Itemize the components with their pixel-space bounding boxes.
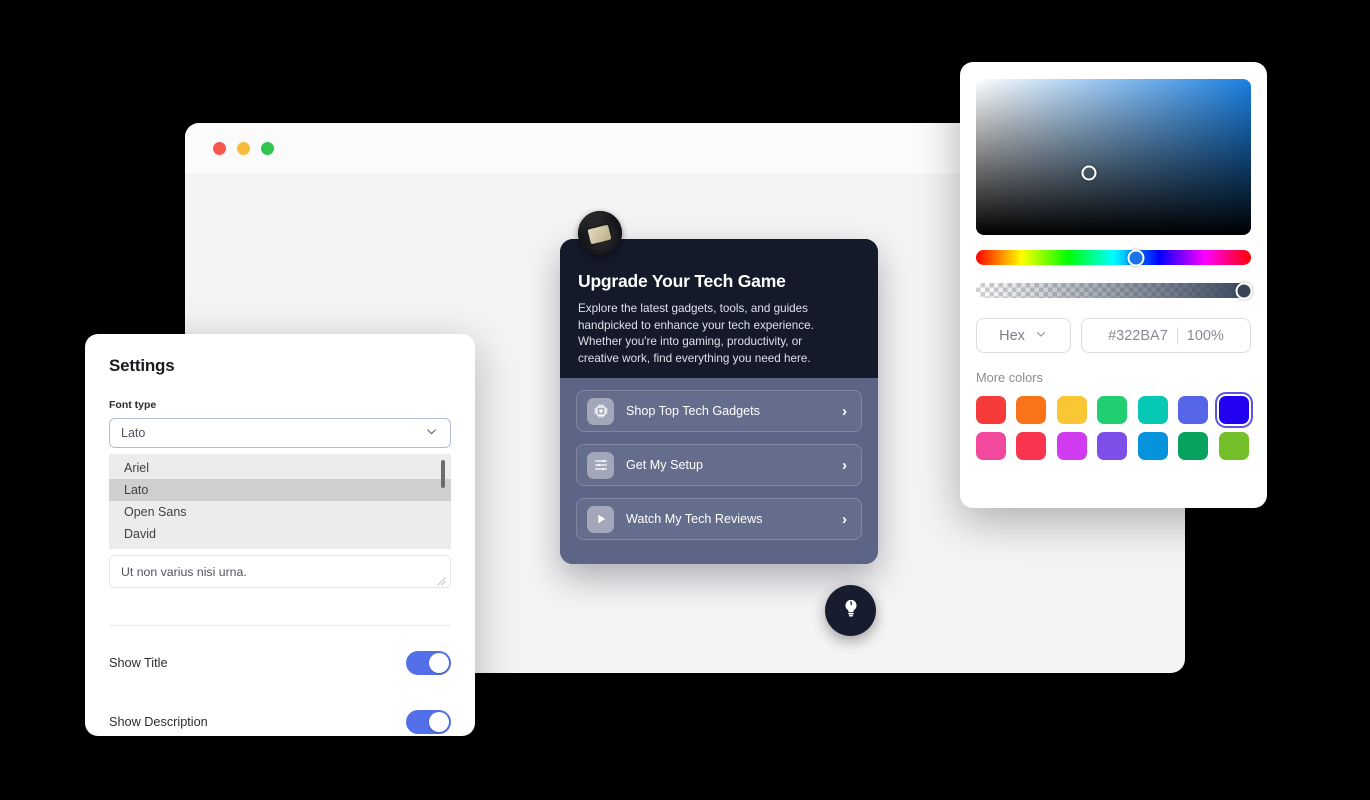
link-item-label: Watch My Tech Reviews	[626, 512, 763, 526]
resize-grip-icon[interactable]	[437, 575, 446, 586]
link-in-bio-card: Upgrade Your Tech Game Explore the lates…	[560, 239, 878, 564]
alpha-slider[interactable]	[976, 282, 1253, 299]
play-icon	[587, 505, 614, 533]
swatch-r1c7-selected[interactable]	[1214, 391, 1254, 429]
floating-help-button[interactable]	[825, 585, 876, 636]
color-swatch-grid	[976, 391, 1254, 460]
dropdown-option-lato[interactable]: Lato	[109, 479, 451, 501]
font-type-select[interactable]: Lato	[109, 418, 451, 448]
chevron-right-icon: ›	[842, 510, 847, 528]
window-close-dot[interactable]	[213, 142, 226, 155]
chevron-down-icon	[424, 424, 439, 442]
hex-value-input[interactable]: #322BA7 100%	[1081, 318, 1251, 353]
description-textarea[interactable]: Ut non varius nisi urna.	[109, 555, 451, 588]
input-separator	[1176, 326, 1178, 345]
dropdown-scrollbar[interactable]	[441, 460, 445, 488]
swatch-r2c3[interactable]	[1056, 432, 1087, 460]
swatch-r1c4[interactable]	[1097, 396, 1128, 424]
swatch-r2c4[interactable]	[1097, 432, 1128, 460]
alpha-slider-handle[interactable]	[1235, 282, 1253, 299]
swatch-r1c2[interactable]	[1016, 396, 1047, 424]
link-item-watch-my-tech-reviews[interactable]: Watch My Tech Reviews ›	[576, 498, 862, 540]
window-maximize-dot[interactable]	[261, 142, 274, 155]
link-item-shop-top-tech-gadgets[interactable]: Shop Top Tech Gadgets ›	[576, 390, 862, 432]
font-type-label: Font type	[109, 399, 157, 411]
swatch-r1c6[interactable]	[1178, 396, 1209, 424]
cpu-chip-icon	[587, 397, 614, 425]
color-picker-panel: Hex #322BA7 100% More colors	[960, 62, 1267, 508]
color-format-label: Hex	[999, 327, 1025, 344]
dropdown-option-open-sans[interactable]: Open Sans	[109, 501, 451, 523]
opacity-value: 100%	[1186, 327, 1224, 344]
chevron-right-icon: ›	[842, 402, 847, 420]
saturation-value-handle[interactable]	[1081, 165, 1097, 181]
link-item-get-my-setup[interactable]: Get My Setup ›	[576, 444, 862, 486]
font-type-value: Lato	[121, 426, 146, 440]
toggle-knob	[429, 712, 449, 732]
swatch-r1c3[interactable]	[1056, 396, 1087, 424]
more-colors-label: More colors	[976, 370, 1043, 385]
settings-panel: Settings Font type Lato Ariel Lato Open …	[85, 334, 475, 736]
setting-row-show-description: Show Description	[109, 700, 451, 736]
hue-slider-handle[interactable]	[1127, 249, 1144, 266]
settings-title: Settings	[109, 356, 175, 375]
chevron-down-icon	[1034, 327, 1048, 345]
saturation-value-area[interactable]	[976, 79, 1251, 235]
font-type-dropdown-list[interactable]: Ariel Lato Open Sans David	[109, 454, 451, 549]
hex-code-value: #322BA7	[1108, 327, 1168, 344]
setting-row-show-title: Show Title	[109, 641, 451, 685]
swatch-r2c6[interactable]	[1178, 432, 1209, 460]
swatch-r1c5[interactable]	[1137, 396, 1168, 424]
swatch-r2c7[interactable]	[1218, 432, 1249, 460]
screen-root: Upgrade Your Tech Game Explore the lates…	[0, 0, 1370, 800]
dropdown-option-david[interactable]: David	[109, 523, 451, 545]
link-item-label: Get My Setup	[626, 458, 703, 472]
show-title-label: Show Title	[109, 656, 168, 670]
page-title: Upgrade Your Tech Game	[578, 271, 786, 291]
swatch-r2c5[interactable]	[1137, 432, 1168, 460]
description-textarea-value: Ut non varius nisi urna.	[121, 564, 247, 579]
hue-slider[interactable]	[976, 249, 1251, 266]
link-item-label: Shop Top Tech Gadgets	[626, 404, 760, 418]
show-description-label: Show Description	[109, 715, 208, 729]
window-minimize-dot[interactable]	[237, 142, 250, 155]
show-description-toggle[interactable]	[406, 710, 451, 734]
cpu-chip-photo	[578, 211, 622, 255]
swatch-r2c2[interactable]	[1016, 432, 1047, 460]
dropdown-option-ariel[interactable]: Ariel	[109, 457, 451, 479]
color-format-select[interactable]: Hex	[976, 318, 1071, 353]
link-list: Shop Top Tech Gadgets › Get My Setup › W…	[560, 378, 878, 564]
color-inputs-row: Hex #322BA7 100%	[976, 318, 1251, 353]
swatch-r1c1[interactable]	[976, 396, 1006, 424]
chevron-right-icon: ›	[842, 456, 847, 474]
lightbulb-icon	[840, 597, 862, 624]
settings-divider	[109, 625, 451, 626]
show-title-toggle[interactable]	[406, 651, 451, 675]
swatch-r2c1[interactable]	[976, 432, 1006, 460]
avatar	[578, 211, 622, 255]
toggle-knob	[429, 653, 449, 673]
sliders-icon	[587, 451, 614, 479]
page-description: Explore the latest gadgets, tools, and g…	[578, 302, 814, 365]
link-card-header: Upgrade Your Tech Game Explore the lates…	[560, 239, 878, 378]
